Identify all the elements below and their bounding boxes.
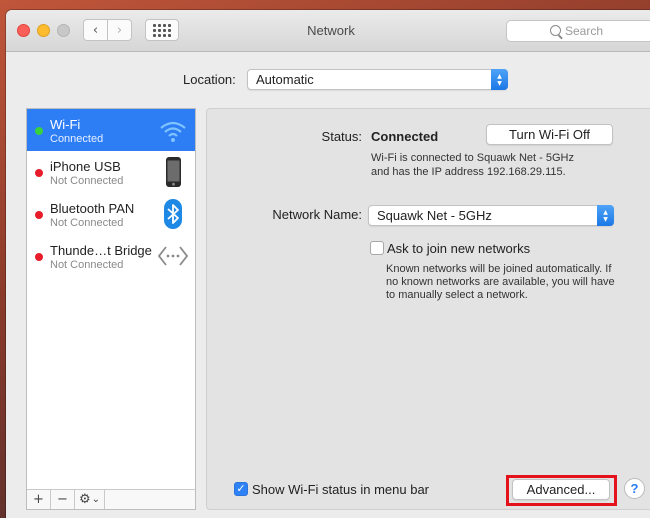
ask-to-join-description-line3: to manually select a network. [386,289,528,301]
thunderbolt-bridge-icon [157,246,189,266]
service-item-wifi[interactable]: Wi-Fi Connected [27,109,195,151]
ask-to-join-description-line1: Known networks will be joined automatica… [386,263,612,275]
remove-service-button[interactable]: − [51,490,75,509]
turn-wifi-off-button[interactable]: Turn Wi-Fi Off [486,124,613,145]
service-list: Wi-Fi Connected iPhone USB Not Connected… [26,108,196,510]
minus-icon: − [57,492,68,507]
iphone-icon [166,157,181,187]
bluetooth-icon [164,199,182,229]
ask-to-join-label: Ask to join new networks [387,241,531,256]
action-menu-button[interactable]: ⚙ ⌄ [75,490,105,509]
ask-to-join-description-line2: no known networks are available, you wil… [386,276,615,288]
service-name: Bluetooth PAN [50,201,135,216]
add-service-button[interactable]: + [27,490,51,509]
service-name: iPhone USB [50,159,121,174]
location-label: Location: [183,72,236,87]
location-popup[interactable]: Automatic ▲ ▼ [247,69,508,90]
network-name-value: Squawk Net - 5GHz [377,208,492,223]
service-status: Not Connected [50,259,124,271]
titlebar: ‹ › Network Search [6,10,650,52]
service-item-thunderbolt-bridge[interactable]: Thunde…t Bridge Not Connected [27,235,195,277]
sidebar-footer: + − ⚙ ⌄ [27,489,195,509]
location-value: Automatic [256,72,314,87]
checkmark-icon: ✓ [236,482,246,495]
status-description-line2: and has the IP address 192.168.29.115. [371,166,566,178]
ask-to-join-checkbox[interactable] [370,241,384,255]
help-button[interactable]: ? [624,478,645,499]
status-label: Status: [321,129,362,144]
show-wifi-status-checkbox[interactable]: ✓ [234,482,248,496]
service-name: Wi-Fi [50,117,81,132]
wifi-icon [160,121,186,142]
service-status: Connected [50,133,104,145]
service-status: Not Connected [50,175,124,187]
search-icon [550,25,561,36]
network-name-popup[interactable]: Squawk Net - 5GHz ▲ ▼ [368,205,614,226]
popup-stepper-icon: ▲ ▼ [491,69,508,90]
service-item-bluetooth-pan[interactable]: Bluetooth PAN Not Connected [27,193,195,235]
service-item-iphone-usb[interactable]: iPhone USB Not Connected [27,151,195,193]
service-name: Thunde…t Bridge [50,243,152,258]
network-name-label: Network Name: [272,207,362,222]
show-wifi-status-label: Show Wi-Fi status in menu bar [252,482,430,497]
search-placeholder: Search [565,24,604,38]
advanced-button-highlight [506,475,617,506]
status-dot [35,169,43,177]
search-input[interactable]: Search [506,20,650,42]
status-dot [35,253,43,261]
service-status: Not Connected [50,217,124,229]
status-value: Connected [371,129,439,144]
network-preferences-window: ‹ › Network Search Location: Automatic ▲… [6,10,650,518]
plus-icon: + [33,492,44,507]
status-dot [35,127,43,135]
popup-stepper-icon: ▲ ▼ [597,205,614,226]
gear-icon: ⚙ [78,492,91,507]
status-description-line1: Wi-Fi is connected to Squawk Net - 5GHz [371,152,574,164]
status-dot [35,211,43,219]
chevron-down-icon: ⌄ [91,494,101,505]
